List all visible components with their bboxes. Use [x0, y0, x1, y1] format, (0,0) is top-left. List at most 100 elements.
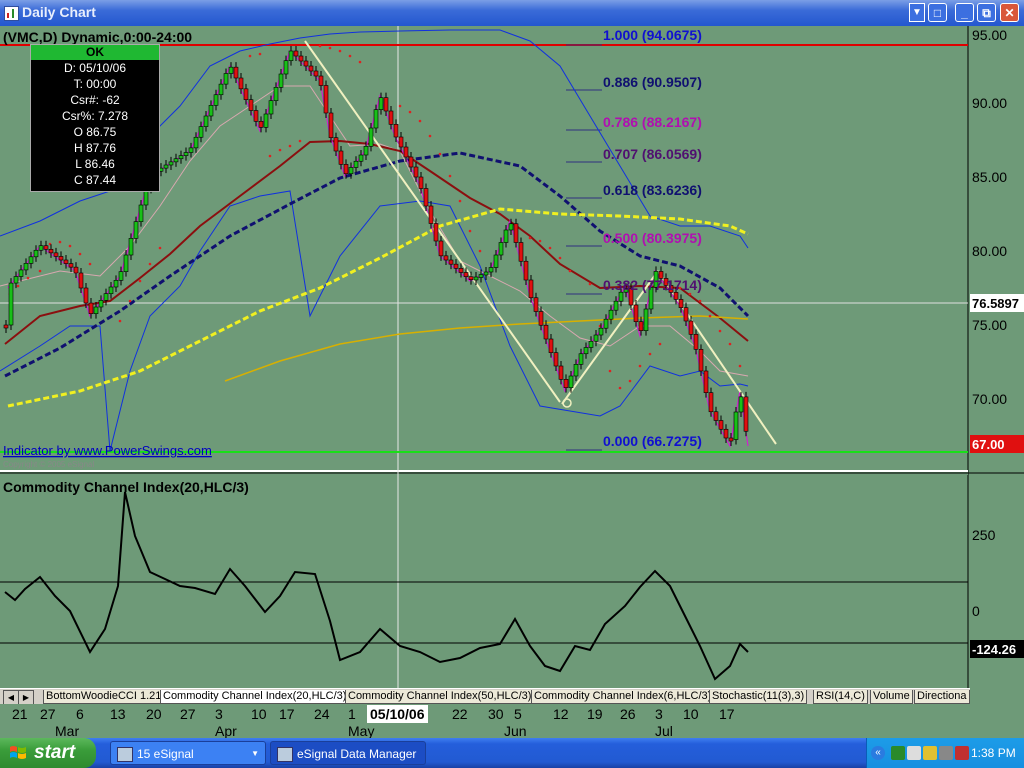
candle-body	[528, 279, 534, 299]
candle-body	[298, 55, 304, 62]
indicator-credit-link[interactable]: Indicator by www.PowerSwings.com	[3, 443, 212, 458]
close-button[interactable]: ✕	[1000, 3, 1019, 22]
task-data-manager-label: eSignal Data Manager	[297, 747, 417, 761]
candle-body	[123, 254, 129, 272]
tab-bottomwoodiecci[interactable]: BottomWoodieCCI 1.21	[43, 690, 165, 704]
candle-body	[103, 293, 109, 301]
esignal-icon	[117, 747, 133, 762]
tab-volume[interactable]: Volume	[870, 690, 913, 704]
candle-body	[213, 94, 219, 106]
candle-body	[328, 112, 334, 138]
candle-body	[138, 204, 144, 222]
candle-body	[433, 223, 439, 242]
tab-directional[interactable]: Directiona	[914, 690, 970, 704]
month-label: Jun	[504, 723, 527, 739]
candle-body	[503, 229, 509, 243]
date-label: 26	[620, 706, 636, 722]
minimize-button[interactable]: _	[955, 3, 974, 22]
task-data-manager[interactable]: eSignal Data Manager	[270, 741, 426, 765]
candle-body	[518, 242, 524, 262]
candle-body	[708, 392, 714, 413]
candle-body	[713, 411, 719, 421]
candle-body	[38, 245, 44, 251]
candle-body	[548, 338, 554, 353]
restore-button[interactable]: □	[928, 3, 947, 22]
candle-body	[703, 370, 709, 393]
date-label: 13	[110, 706, 126, 722]
candle-body	[203, 115, 209, 127]
window-dropdown-button[interactable]: ▼	[909, 3, 925, 22]
candle-body	[538, 311, 544, 326]
price-tick-label: 80.00	[972, 243, 1007, 259]
candle-body	[223, 73, 229, 85]
candle-body	[563, 379, 569, 388]
cci-value-label: -124.26	[972, 642, 1016, 657]
pivot-marker	[562, 398, 572, 408]
candle-body	[613, 300, 619, 311]
candle-body	[8, 282, 14, 326]
clock: 1:38 PM	[971, 746, 1016, 760]
date-label: 27	[40, 706, 56, 722]
candle-body	[608, 309, 614, 320]
fib-level-label: 0.886 (90.9507)	[603, 74, 702, 90]
candle-body	[233, 66, 239, 79]
candle-body	[468, 276, 474, 280]
tab-cci-50[interactable]: Commodity Channel Index(50,HLC/3)	[345, 690, 535, 704]
info-cursor-number: Csr#: -62	[70, 93, 120, 107]
candle-body	[693, 334, 699, 350]
candle-body	[338, 150, 344, 165]
speaker-icon[interactable]	[939, 746, 953, 760]
candle-body	[373, 109, 379, 129]
chart-app-icon	[4, 6, 19, 21]
candle-body	[718, 420, 724, 430]
candle-body	[3, 324, 9, 329]
security-icon[interactable]	[955, 746, 969, 760]
candle-body	[98, 300, 104, 308]
price-tick-label: 95.00	[972, 27, 1007, 43]
start-button[interactable]: start	[0, 738, 96, 768]
candle-body	[513, 223, 519, 243]
tab-cci-20[interactable]: Commodity Channel Index(20,HLC/3)	[160, 690, 350, 704]
candle-body	[28, 256, 34, 264]
candle-body	[73, 266, 79, 274]
tab-scroll-left-icon[interactable]: ◀	[3, 690, 19, 705]
printer-icon[interactable]	[907, 746, 921, 760]
info-close: C 87.44	[73, 173, 117, 187]
monitor-icon[interactable]	[923, 746, 937, 760]
cci-line	[4, 491, 749, 681]
tab-rsi[interactable]: RSI(14,C)	[813, 690, 868, 704]
window-titlebar[interactable]: Daily Chart ▼ □ _ ⧉ ✕	[0, 0, 1024, 26]
candle-body	[483, 271, 489, 276]
candle-body	[63, 259, 69, 264]
task-esignal[interactable]: 15 eSignal ▼	[110, 741, 266, 765]
candle-body	[618, 291, 624, 302]
tab-cci-6[interactable]: Commodity Channel Index(6,HLC/3)	[531, 690, 715, 704]
candle-body	[243, 88, 249, 100]
current-price-label: 76.5897	[972, 296, 1019, 311]
candle-body	[558, 365, 564, 380]
price-tick-label: 75.00	[972, 317, 1007, 333]
price-axis-ticks: 95.00 90.00 85.00 80.00 75.00 70.00	[972, 27, 1007, 407]
candle-body	[508, 223, 514, 231]
candle-body	[438, 240, 444, 257]
price-tick-label: 70.00	[972, 391, 1007, 407]
tab-scroll-right-icon[interactable]: ▶	[18, 690, 34, 705]
tab-stochastic[interactable]: Stochastic(11(3),3)	[709, 690, 808, 704]
chart-area[interactable]: 95.00 90.00 85.00 80.00 75.00 70.00 250 0 76.5…	[0, 26, 1024, 688]
month-label: May	[348, 723, 375, 739]
candle-body	[688, 320, 694, 335]
candle-body	[403, 146, 409, 158]
candle-body	[258, 121, 264, 128]
candle-body	[598, 327, 604, 336]
candle-body	[738, 396, 744, 413]
candle-body	[163, 164, 169, 169]
candle-body	[58, 256, 64, 261]
candle-body	[48, 248, 54, 254]
network-icon[interactable]	[891, 746, 905, 760]
maximize-button[interactable]: ⧉	[977, 3, 996, 22]
candle-body	[588, 340, 594, 348]
candle-body	[113, 280, 119, 288]
tray-expand-icon[interactable]: «	[871, 746, 885, 760]
fib-level-label: 0.500 (80.3975)	[603, 230, 702, 246]
candle-body	[308, 65, 314, 72]
